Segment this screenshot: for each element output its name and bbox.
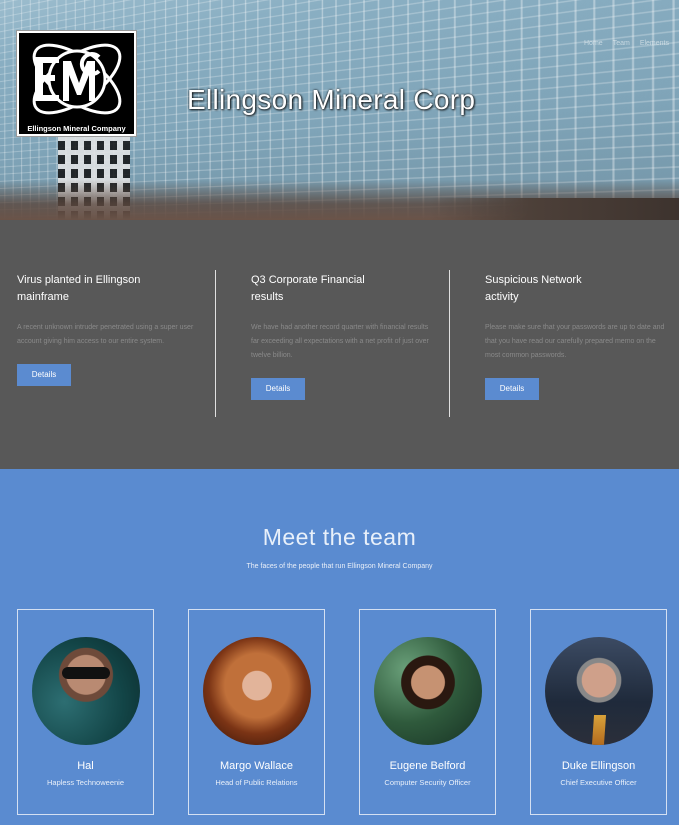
top-nav: Home Team Elements [584, 40, 669, 47]
details-button[interactable]: Details [17, 364, 71, 386]
details-button[interactable]: Details [251, 378, 305, 400]
member-role: Chief Executive Officer [560, 778, 637, 787]
member-role: Head of Public Relations [215, 778, 298, 787]
team-card[interactable]: Eugene Belford Computer Security Officer [359, 609, 496, 815]
member-role: Computer Security Officer [384, 778, 471, 787]
member-name: Duke Ellingson [561, 760, 636, 772]
news-title: Q3 Corporate Financial results [251, 274, 365, 303]
avatar [203, 637, 311, 745]
team-section: Meet the team The faces of the people th… [0, 469, 679, 825]
emc-logo-icon [19, 33, 134, 134]
member-name: Margo Wallace [220, 760, 293, 772]
news-body: Please make sure that your passwords are… [485, 324, 665, 359]
news-section: Virus planted in Ellingson mainframe A r… [0, 220, 679, 469]
member-role: Hapless Technoweenie [47, 778, 124, 787]
necktie-icon [591, 715, 607, 745]
member-name: Hal [77, 760, 94, 772]
avatar [32, 637, 140, 745]
site-title: Ellingson Mineral Corp [187, 84, 476, 115]
sunglasses-icon [62, 667, 110, 679]
news-body: We have had another record quarter with … [251, 324, 429, 359]
nav-link-elements[interactable]: Elements [640, 40, 669, 47]
ground-shadow [429, 198, 679, 220]
news-item: Q3 Corporate Financial results We have h… [251, 272, 436, 400]
news-item: Suspicious Network activity Please make … [485, 272, 670, 400]
nav-link-home[interactable]: Home [584, 40, 603, 47]
team-card[interactable]: Duke Ellingson Chief Executive Officer [530, 609, 667, 815]
avatar [545, 637, 653, 745]
hero-banner: Ellingson Mineral Company Ellingson Mine… [0, 0, 679, 220]
avatar [374, 637, 482, 745]
column-divider [449, 270, 450, 417]
member-name: Eugene Belford [389, 760, 466, 772]
team-title: Meet the team [262, 524, 417, 550]
details-button[interactable]: Details [485, 378, 539, 400]
news-body: A recent unknown intruder penetrated usi… [17, 324, 194, 345]
news-item: Virus planted in Ellingson mainframe A r… [17, 272, 202, 386]
news-title: Suspicious Network activity [485, 274, 582, 303]
company-logo[interactable]: Ellingson Mineral Company [16, 30, 137, 137]
team-card[interactable]: Hal Hapless Technoweenie [17, 609, 154, 815]
logo-caption: Ellingson Mineral Company [27, 124, 126, 133]
nav-link-team[interactable]: Team [613, 40, 630, 47]
column-divider [215, 270, 216, 417]
team-subtitle: The faces of the people that run Ellings… [246, 563, 433, 570]
team-card[interactable]: Margo Wallace Head of Public Relations [188, 609, 325, 815]
news-title: Virus planted in Ellingson mainframe [17, 274, 141, 303]
